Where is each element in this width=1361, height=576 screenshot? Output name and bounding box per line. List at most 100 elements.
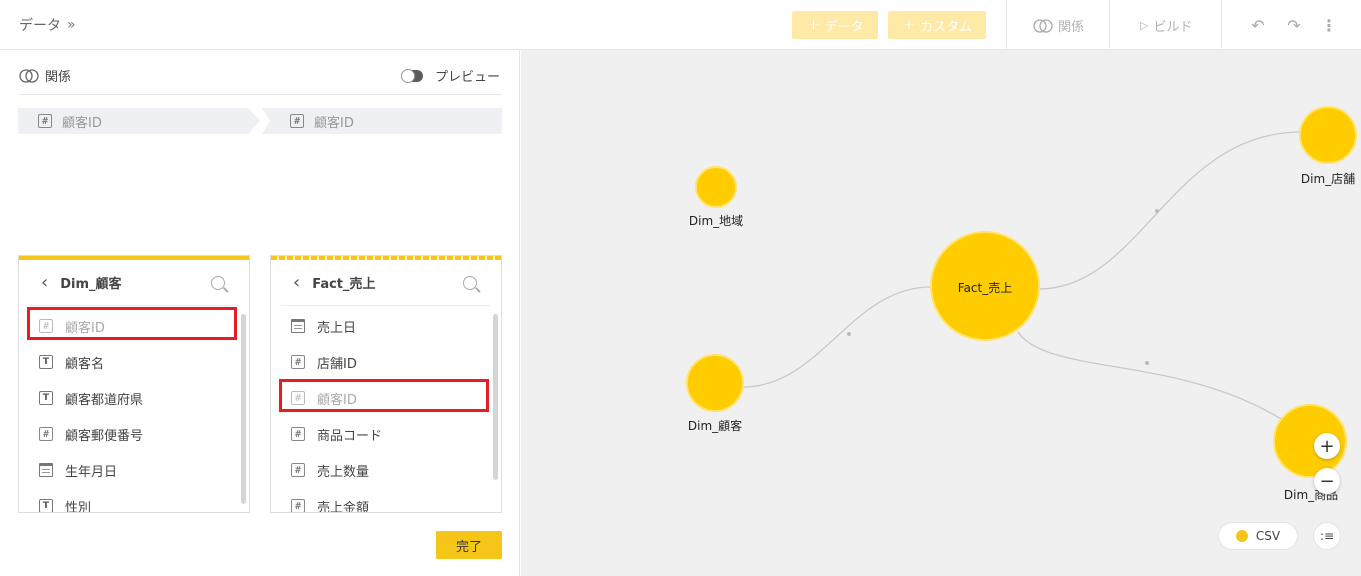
relation-label: 関係 <box>1058 20 1085 35</box>
node-dim-chiiki[interactable] <box>695 166 737 208</box>
node-dim-kokyaku[interactable] <box>686 354 744 412</box>
minus-icon: − <box>1319 470 1335 492</box>
card-header: ‹ Dim_顧客 <box>29 260 239 306</box>
edge-dot <box>1145 361 1149 365</box>
add-custom-label: カスタム <box>920 19 973 35</box>
join-key-right[interactable]: # 顧客ID <box>262 108 502 134</box>
highlight-box <box>27 307 237 340</box>
card-title: Fact_売上 <box>312 277 376 292</box>
edge-dot <box>847 332 851 336</box>
field-item[interactable]: # 顧客郵便番号 <box>19 416 249 452</box>
plus-icon: + <box>901 14 917 35</box>
node-dim-tenpo[interactable] <box>1299 106 1357 164</box>
zoom-out-button[interactable]: − <box>1314 468 1340 494</box>
field-item[interactable]: # 売上数量 <box>271 452 501 488</box>
hash-icon: # <box>39 427 53 441</box>
list-icon: :≡ <box>1319 529 1335 543</box>
scrollbar[interactable] <box>241 314 246 504</box>
zoom-in-button[interactable]: + <box>1314 433 1340 459</box>
text-type-icon: T <box>39 499 53 512</box>
field-label: 顧客郵便番号 <box>65 428 144 444</box>
hash-icon: # <box>291 463 305 477</box>
divider <box>19 94 502 95</box>
card-header: ‹ Fact_売上 <box>281 260 491 306</box>
field-item[interactable]: T 顧客都道府県 <box>19 380 249 416</box>
field-item[interactable]: T 性別 <box>19 488 249 513</box>
field-label: 売上数量 <box>317 464 370 480</box>
field-item[interactable]: # 店舗ID <box>271 344 501 380</box>
edge-dot <box>1155 209 1159 213</box>
field-label: 顧客名 <box>65 356 105 372</box>
hash-icon: # <box>290 114 304 128</box>
plus-icon: + <box>1319 435 1335 457</box>
text-type-icon: T <box>39 391 53 405</box>
calendar-icon <box>39 463 53 477</box>
hash-icon: # <box>291 355 305 369</box>
search-icon[interactable] <box>211 275 225 290</box>
node-label-dim-tenpo: Dim_店舗 <box>1300 172 1356 186</box>
divider <box>1006 0 1007 50</box>
undo-icon[interactable]: ↶ <box>1247 14 1269 36</box>
relation-panel: 関係 プレビュー # 顧客ID # 顧客ID ‹ Dim_顧客 # 顧客ID T… <box>0 50 520 576</box>
play-icon: ▷ <box>1140 19 1149 32</box>
field-item[interactable]: 売上日 <box>271 308 501 344</box>
hash-icon: # <box>291 499 305 512</box>
breadcrumb-data[interactable]: データ <box>19 15 61 35</box>
add-custom-button[interactable]: + カスタム <box>888 11 986 39</box>
node-label-fact-uriage: Fact_売上 <box>957 281 1013 295</box>
field-item[interactable]: # 商品コード <box>271 416 501 452</box>
preview-toggle-group: プレビュー <box>400 66 500 85</box>
relation-button[interactable]: 関係 <box>1033 16 1084 35</box>
top-bar: データ » + データ + カスタム 関係 ▷ ビルド ↶ ↷ ⋮ <box>0 0 1361 50</box>
more-icon[interactable]: ⋮ <box>1318 14 1340 36</box>
preview-toggle[interactable] <box>400 68 423 83</box>
breadcrumb[interactable]: データ » <box>19 15 76 35</box>
build-button[interactable]: ▷ ビルド <box>1140 16 1192 35</box>
field-label: 生年月日 <box>65 464 118 480</box>
add-data-label: データ <box>824 19 864 35</box>
edge-kokyaku-uriage <box>742 286 932 388</box>
text-type-icon: T <box>39 355 53 369</box>
csv-dot-icon <box>1235 530 1248 542</box>
node-label-dim-kokyaku: Dim_顧客 <box>687 419 743 433</box>
field-item[interactable]: # 売上金額 <box>271 488 501 513</box>
relation-graph-canvas[interactable]: Dim_地域 Fact_売上 Dim_店舗 Dim_顧客 Dim_商品 + − … <box>521 50 1361 576</box>
hash-icon: # <box>38 114 52 128</box>
relation-title: 関係 <box>45 70 72 85</box>
list-view-button[interactable]: :≡ <box>1313 522 1341 550</box>
field-item[interactable]: 生年月日 <box>19 452 249 488</box>
divider <box>1221 0 1222 50</box>
breadcrumb-separator: » <box>67 17 76 33</box>
edge-uriage-tenpo <box>1038 131 1302 290</box>
redo-icon[interactable]: ↷ <box>1283 14 1305 36</box>
node-label-dim-chiiki: Dim_地域 <box>688 214 744 228</box>
relation-icon <box>19 68 39 83</box>
relation-icon <box>1033 18 1053 33</box>
done-button[interactable]: 完了 <box>436 531 502 559</box>
add-data-button[interactable]: + データ <box>792 11 878 39</box>
field-label: 性別 <box>65 500 92 513</box>
build-label: ビルド <box>1153 20 1193 35</box>
field-label: 売上日 <box>317 320 357 336</box>
search-icon[interactable] <box>463 275 477 290</box>
relation-header: 関係 <box>19 66 71 85</box>
calendar-icon <box>291 319 305 333</box>
card-title: Dim_顧客 <box>60 277 122 292</box>
field-label: 売上金額 <box>317 500 370 513</box>
field-item[interactable]: T 顧客名 <box>19 344 249 380</box>
field-label: 顧客都道府県 <box>65 392 144 408</box>
scrollbar[interactable] <box>493 314 498 480</box>
join-key-left-label: 顧客ID <box>62 115 102 131</box>
edge-uriage-shohin <box>1017 331 1312 441</box>
legend-csv[interactable]: CSV <box>1218 522 1298 550</box>
highlight-box <box>279 379 489 412</box>
join-key-right-label: 顧客ID <box>314 115 354 131</box>
join-key-left[interactable]: # 顧客ID <box>18 108 260 134</box>
hash-icon: # <box>291 427 305 441</box>
field-label: 商品コード <box>317 428 383 444</box>
plus-icon: + <box>806 14 821 35</box>
chevron-left-icon[interactable]: ‹ <box>41 272 48 293</box>
chevron-left-icon[interactable]: ‹ <box>293 272 300 293</box>
divider <box>1109 0 1110 50</box>
relation-graph <box>686 106 1357 478</box>
